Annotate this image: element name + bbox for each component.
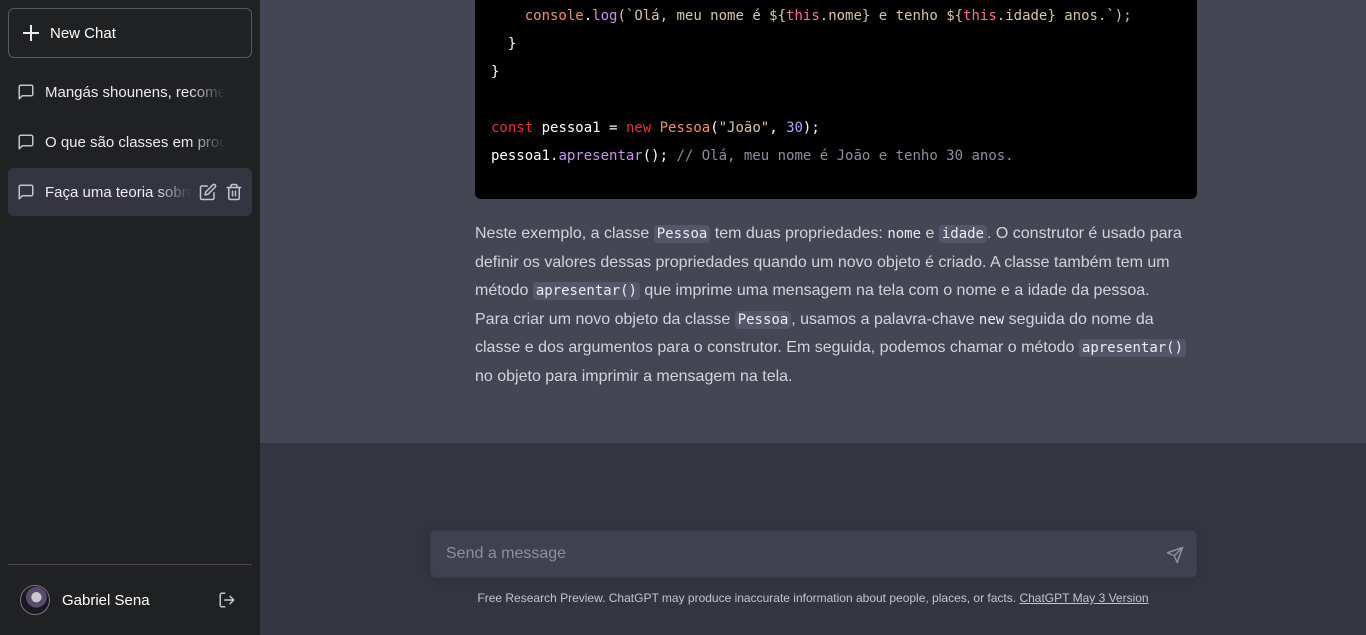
paragraph: Para criar um novo objeto da classe Pess… — [475, 306, 1197, 392]
paragraph: Neste exemplo, a classe Pessoa tem duas … — [475, 225, 1182, 301]
send-icon[interactable] — [1166, 546, 1184, 564]
code-line: } — [507, 36, 517, 52]
chat-bubble-icon — [18, 134, 34, 150]
conversation-title: Faça uma teoria sobre — [45, 183, 191, 201]
new-chat-label: New Chat — [50, 24, 116, 42]
sidebar-divider — [8, 564, 252, 565]
chat-bubble-icon — [18, 184, 34, 200]
message-input[interactable] — [431, 531, 1151, 577]
assistant-text: Neste exemplo, a classe Pessoa tem duas … — [475, 220, 1197, 392]
assistant-message: apresentar() { console.log(`Olá, meu nom… — [260, 0, 1366, 443]
footer-disclaimer: Free Research Preview. ChatGPT may produ… — [477, 591, 1149, 605]
user-menu[interactable]: Gabriel Sena — [8, 574, 252, 626]
chat-bubble-icon — [18, 84, 34, 100]
conversation-title: O que são classes em programação — [45, 133, 225, 151]
message-input-box — [430, 530, 1197, 578]
user-name: Gabriel Sena — [62, 591, 150, 609]
conversation-item[interactable]: O que são classes em programação — [8, 118, 252, 166]
conversation-title: Mangás shounens, recomendações — [45, 83, 225, 101]
new-chat-button[interactable]: New Chat — [8, 8, 252, 58]
conversation-actions — [199, 183, 243, 201]
sidebar: New Chat Mangás shounens, recomendações … — [0, 0, 260, 635]
main-area: apresentar() { console.log(`Olá, meu nom… — [260, 0, 1366, 635]
version-link[interactable]: ChatGPT May 3 Version — [1019, 591, 1148, 605]
edit-icon[interactable] — [199, 183, 217, 201]
conversation-item-active[interactable]: Faça uma teoria sobre — [8, 168, 252, 216]
code-line: } — [491, 64, 500, 80]
conversation-item[interactable]: Mangás shounens, recomendações — [8, 68, 252, 116]
plus-icon — [23, 25, 39, 41]
trash-icon[interactable] — [225, 183, 243, 201]
code-block: apresentar() { console.log(`Olá, meu nom… — [475, 0, 1197, 199]
code-line: pessoa1.apresentar(); // Olá, meu nome é… — [491, 148, 1014, 164]
code-line: const pessoa1 = new Pessoa("João", 30); — [491, 120, 820, 136]
logout-icon[interactable] — [218, 591, 236, 609]
avatar — [20, 585, 50, 615]
code-line: console.log(`Olá, meu nome é ${this.nome… — [524, 8, 1132, 24]
